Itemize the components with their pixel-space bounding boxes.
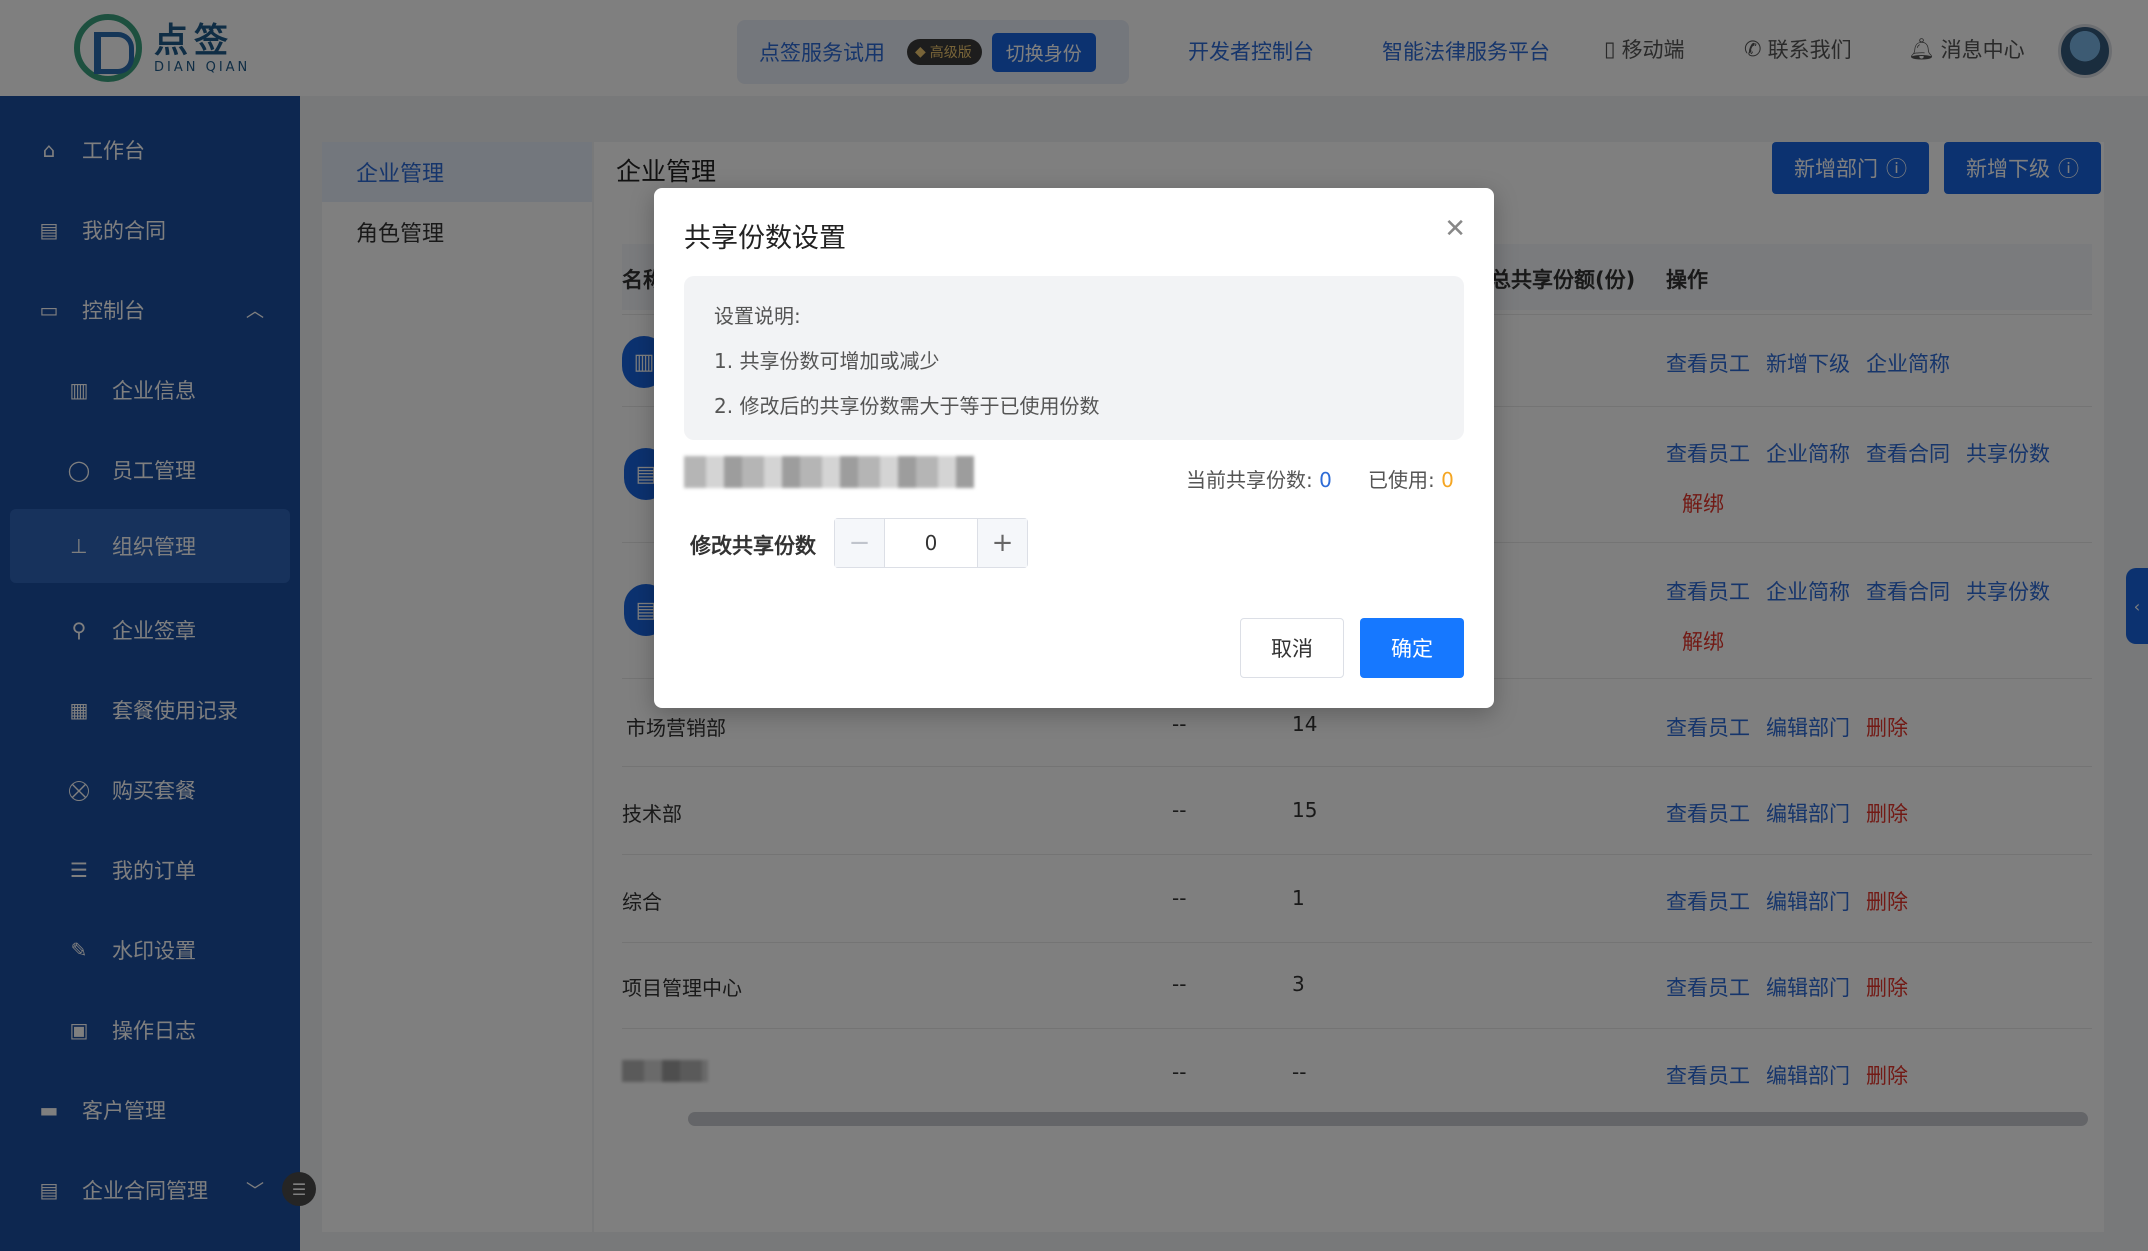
used-share-value: 0 bbox=[1441, 468, 1454, 492]
close-icon[interactable]: ✕ bbox=[1444, 216, 1466, 242]
decrement-button[interactable]: − bbox=[835, 519, 885, 567]
current-share-stat: 当前共享份数: 0 bbox=[1186, 468, 1332, 492]
notice-line-2: 2. 修改后的共享份数需大于等于已使用份数 bbox=[714, 394, 1100, 418]
current-share-value: 0 bbox=[1319, 468, 1332, 492]
notice-title: 设置说明: bbox=[714, 304, 801, 328]
edit-share-label: 修改共享份数 bbox=[690, 534, 816, 558]
share-settings-dialog: 共享份数设置 ✕ 设置说明: 1. 共享份数可增加或减少 2. 修改后的共享份数… bbox=[654, 188, 1494, 708]
share-count-stepper: − + bbox=[834, 518, 1028, 568]
settings-notice: 设置说明: 1. 共享份数可增加或减少 2. 修改后的共享份数需大于等于已使用份… bbox=[684, 276, 1464, 440]
confirm-button[interactable]: 确定 bbox=[1360, 618, 1464, 678]
used-share-stat: 已使用: 0 bbox=[1368, 468, 1454, 492]
share-count-input[interactable] bbox=[885, 519, 977, 567]
cancel-button[interactable]: 取消 bbox=[1240, 618, 1344, 678]
notice-line-1: 1. 共享份数可增加或减少 bbox=[714, 349, 940, 373]
dialog-title: 共享份数设置 bbox=[684, 223, 846, 254]
redacted-company-name bbox=[684, 456, 974, 488]
increment-button[interactable]: + bbox=[977, 519, 1027, 567]
